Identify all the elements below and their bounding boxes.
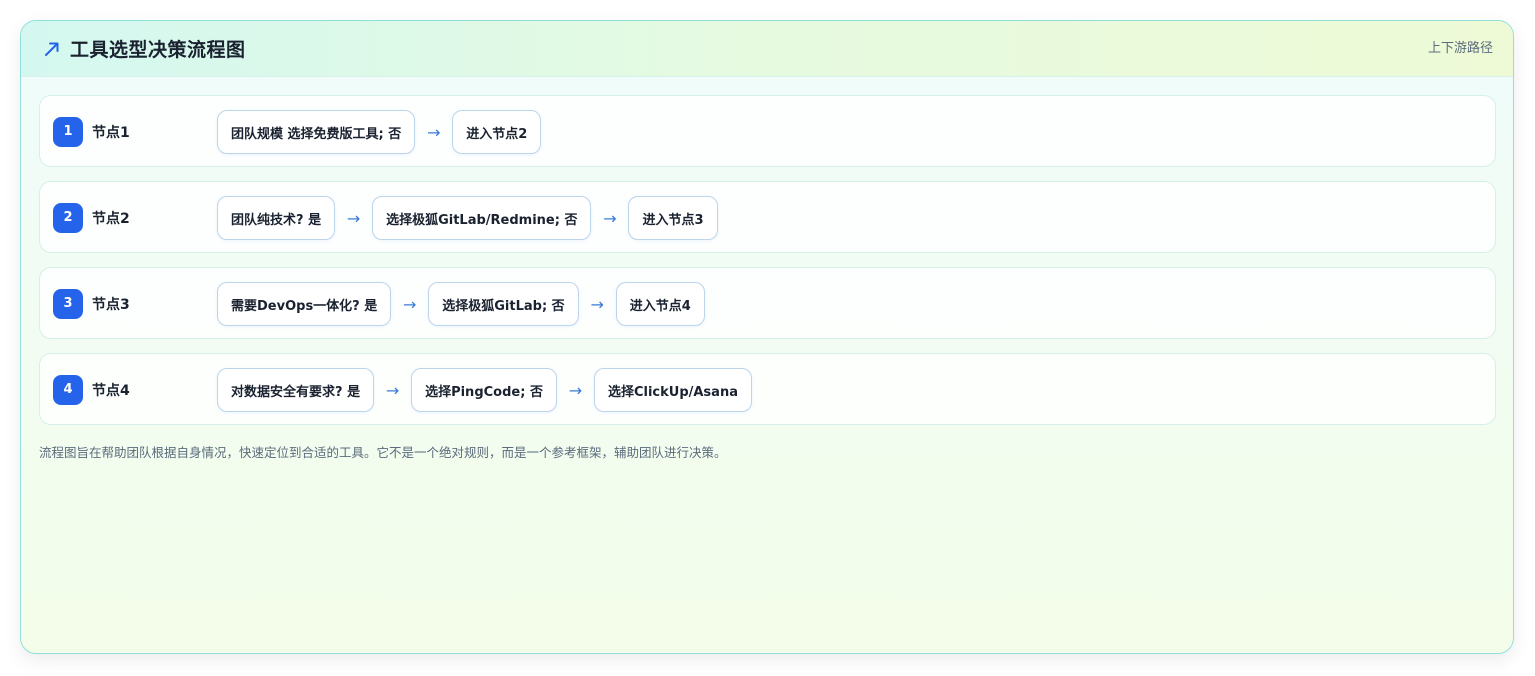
arrow-right-icon: → [427,122,441,142]
flow-row-1: 1 节点1 团队规模 选择免费版工具; 否 → 进入节点2 [39,95,1496,167]
decision-box: 需要DevOps一体化? 是 [217,282,392,326]
decision-box: 进入节点2 [452,110,542,154]
flow-row-3: 3 节点3 需要DevOps一体化? 是 → 选择极狐GitLab; 否 → 进… [39,267,1496,339]
decision-box: 选择ClickUp/Asana [593,368,752,412]
decision-box: 选择极狐GitLab; 否 [428,282,579,326]
node-label: 节点1 [92,125,130,141]
step-number-badge: 3 [53,289,83,319]
decision-box: 对数据安全有要求? 是 [217,368,375,412]
decision-box: 进入节点4 [615,282,705,326]
arrow-right-icon: → [385,380,400,400]
decision-box: 团队纯技术? 是 [217,196,336,240]
decision-box: 选择PingCode; 否 [411,368,557,412]
flow-row-4: 4 节点4 对数据安全有要求? 是 → 选择PingCode; 否 → 选择Cl… [39,353,1496,425]
arrow-right-icon: → [346,208,361,228]
arrow-right-icon: → [590,294,604,314]
decision-flow-card: 工具选型决策流程图 上下游路径 1 节点1 团队规模 选择免费版工具; 否 → … [20,20,1514,654]
decision-box: 团队规模 选择免费版工具; 否 [217,110,416,154]
flow-steps: 需要DevOps一体化? 是 → 选择极狐GitLab; 否 → 进入节点4 [217,281,705,327]
step-number-badge: 2 [53,203,83,233]
step-number-badge: 4 [53,375,83,405]
node-label: 节点2 [92,211,130,227]
flow-row-2: 2 节点2 团队纯技术? 是 → 选择极狐GitLab/Redmine; 否 →… [39,181,1496,253]
flow-steps: 对数据安全有要求? 是 → 选择PingCode; 否 → 选择ClickUp/… [217,367,752,413]
arrow-right-icon: → [403,294,417,314]
flow-steps: 团队规模 选择免费版工具; 否 → 进入节点2 [217,109,542,155]
flow-steps: 团队纯技术? 是 → 选择极狐GitLab/Redmine; 否 → 进入节点3 [217,195,718,241]
arrow-right-icon: → [603,208,617,228]
decision-box: 选择极狐GitLab/Redmine; 否 [372,196,592,240]
footnote: 流程图旨在帮助团队根据自身情况，快速定位到合适的工具。它不是一个绝对规则，而是一… [39,445,727,460]
card-header: 工具选型决策流程图 上下游路径 [21,21,1513,77]
node-label: 节点4 [92,383,130,399]
flow-rows: 1 节点1 团队规模 选择免费版工具; 否 → 进入节点2 2 节点2 团队纯技… [39,95,1496,439]
decision-box: 进入节点3 [628,196,718,240]
node-label: 节点3 [92,297,130,313]
arrow-right-icon: → [568,380,583,400]
trend-arrow-icon [45,42,59,56]
page-title: 工具选型决策流程图 [70,39,246,61]
step-number-badge: 1 [53,117,83,147]
upstream-downstream-link[interactable]: 上下游路径 [1428,37,1493,56]
